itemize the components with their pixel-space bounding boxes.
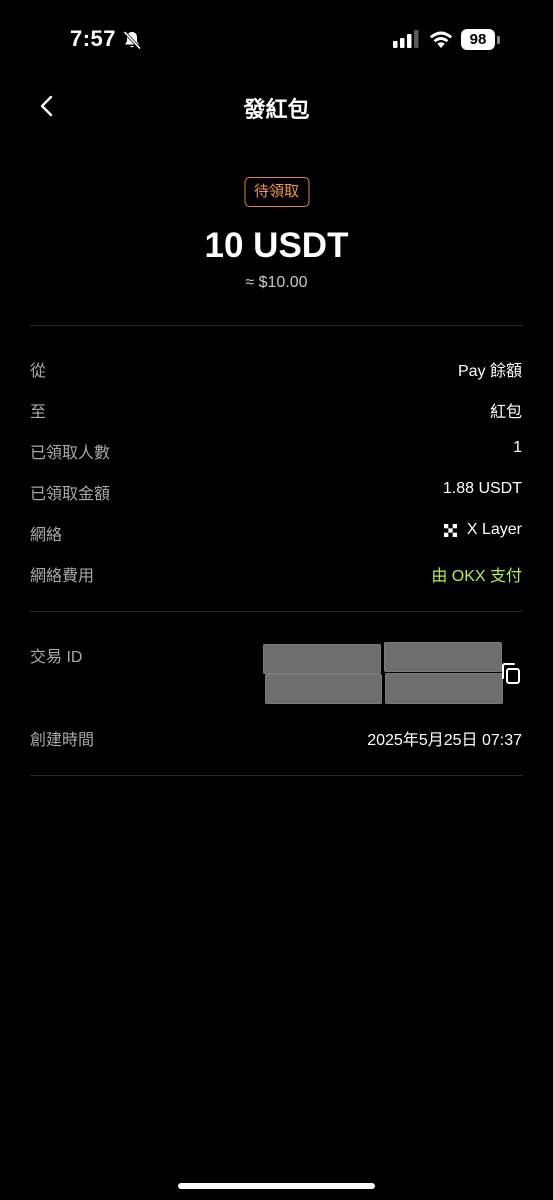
transaction-id-label: 交易 ID [30, 649, 83, 666]
x-layer-icon [443, 523, 457, 537]
claimed-count-value: 1 [513, 439, 522, 456]
wifi-icon [429, 31, 453, 48]
network-name: X Layer [466, 521, 522, 538]
claimed-count-label: 已領取人數 [30, 445, 111, 462]
network-value: X Layer [443, 521, 522, 539]
redaction-block [265, 674, 382, 704]
page-title: 發紅包 [243, 97, 310, 122]
cellular-signal-icon [393, 30, 419, 48]
divider [30, 325, 523, 326]
fiat-amount-value: ≈ $10.00 [245, 274, 308, 291]
created-time-label: 創建時間 [30, 732, 95, 749]
amount-value: 10 USDT [204, 226, 349, 265]
home-indicator[interactable] [178, 1183, 375, 1189]
status-time: 7:57 [70, 26, 117, 51]
to-value: 紅包 [489, 404, 522, 421]
redaction-block [384, 642, 502, 672]
status-badge: 待領取 [243, 177, 310, 207]
divider [30, 775, 523, 776]
network-fee-label: 網絡費用 [30, 568, 95, 585]
claimed-amount-label: 已領取金額 [30, 486, 111, 503]
to-label: 至 [30, 404, 47, 421]
redaction-block [385, 673, 503, 704]
created-time-value: 2025年5月25日 07:37 [367, 732, 522, 749]
from-label: 從 [30, 363, 47, 380]
bell-muted-icon [123, 30, 142, 50]
status-bar: 7:57 98 [0, 0, 553, 80]
battery-indicator: 98 [461, 29, 495, 50]
divider [30, 611, 523, 612]
redaction-block [263, 644, 381, 674]
network-fee-value: 由 OKX 支付 [431, 568, 522, 585]
network-label: 網絡 [30, 527, 63, 544]
copy-icon[interactable] [500, 662, 522, 686]
battery-tip [497, 36, 500, 44]
from-value: Pay 餘額 [457, 363, 522, 380]
claimed-amount-value: 1.88 USDT [442, 480, 522, 497]
